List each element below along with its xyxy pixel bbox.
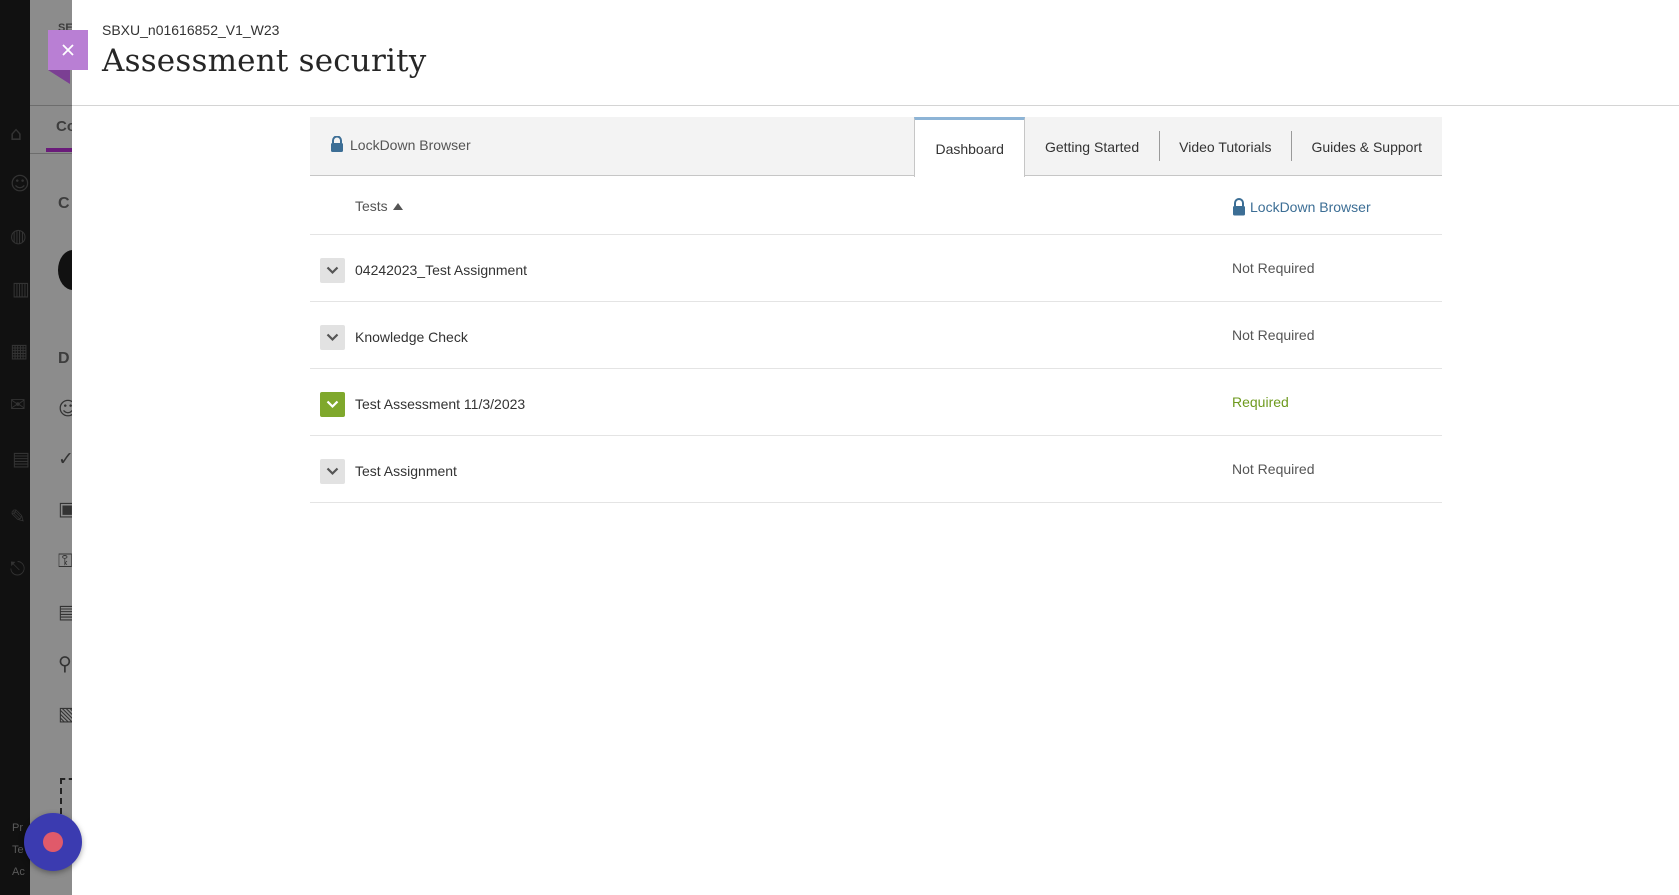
lockdown-status: Not Required <box>1232 327 1315 343</box>
expand-row-button[interactable] <box>320 459 345 484</box>
assessment-security-panel: SBXU_n01616852_V1_W23 Assessment securit… <box>72 0 1679 895</box>
expand-row-button[interactable] <box>320 392 345 417</box>
divider <box>30 105 72 106</box>
calendar-icon: ▦ <box>10 340 28 362</box>
tab-video-tutorials[interactable]: Video Tutorials <box>1159 117 1291 176</box>
messages-icon: ✉ <box>10 394 26 416</box>
tests-column-label: Tests <box>355 198 388 214</box>
lockdown-status: Not Required <box>1232 260 1315 276</box>
test-name: Knowledge Check <box>355 329 468 345</box>
sort-ascending-icon <box>392 202 403 210</box>
courses-icon: ▥ <box>12 278 30 300</box>
close-panel-button[interactable] <box>48 30 88 70</box>
tab-dashboard[interactable]: Dashboard <box>914 117 1025 177</box>
clipboard-icon: ▤ <box>58 601 72 623</box>
lockdown-topbar: LockDown Browser Dashboard Getting Start… <box>310 117 1442 177</box>
lockdown-browser-dashboard: LockDown Browser Dashboard Getting Start… <box>310 117 1442 503</box>
lockdown-tabs: Dashboard Getting Started Video Tutorial… <box>914 117 1442 177</box>
test-name: Test Assessment 11/3/2023 <box>355 396 526 412</box>
background-course-sidebar: SE Co C D ☺ ✓ ▣ ⚿ ▤ ⚲ ▧ <box>30 0 72 895</box>
test-name: 04242023_Test Assignment <box>355 262 528 278</box>
close-icon <box>62 44 74 56</box>
link-icon: ⚲ <box>58 653 72 675</box>
course-id: SBXU_n01616852_V1_W23 <box>102 22 280 38</box>
lockdown-column-label: LockDown Browser <box>1250 199 1371 215</box>
background-heading-partial: C <box>58 195 70 212</box>
chevron-down-icon <box>326 333 339 342</box>
lockdown-status: Not Required <box>1232 461 1315 477</box>
panel-header: SBXU_n01616852_V1_W23 Assessment securit… <box>72 0 1679 106</box>
lock-icon <box>1233 198 1245 216</box>
lockdown-brand-label: LockDown Browser <box>350 136 471 153</box>
table-header: Tests LockDown Browser <box>310 176 1442 235</box>
background-avatar <box>58 250 72 290</box>
tab-guides-support[interactable]: Guides & Support <box>1291 117 1442 176</box>
institution-icon: ⌂ <box>10 123 23 145</box>
page-title: Assessment security <box>102 43 427 79</box>
image-icon: ▣ <box>58 498 72 520</box>
globe-icon: ◍ <box>10 225 27 247</box>
people-icon: ☺ <box>58 398 72 420</box>
lockdown-column-header[interactable]: LockDown Browser <box>1232 198 1371 216</box>
expand-row-button[interactable] <box>320 325 345 350</box>
lockdown-brand: LockDown Browser <box>330 136 471 153</box>
record-button[interactable] <box>24 813 82 871</box>
table-row: Test Assignment Not Required <box>310 436 1442 503</box>
lockdown-status: Required <box>1232 394 1289 410</box>
divider <box>30 153 72 154</box>
check-icon: ✓ <box>58 448 72 470</box>
chevron-down-icon <box>326 266 339 275</box>
footer-partial-2: Te <box>12 844 24 856</box>
badge-icon: ▧ <box>58 703 72 725</box>
chevron-down-icon <box>326 400 339 409</box>
background-nav-rail: ⌂ ☺ ◍ ▥ ▦ ✉ ▤ ✎ ⎋ Pr Te Ac <box>0 0 30 895</box>
tab-getting-started[interactable]: Getting Started <box>1025 117 1159 176</box>
lock-icon: ⚿ <box>58 550 72 572</box>
background-tab-indicator <box>46 148 72 152</box>
test-name: Test Assignment <box>355 463 457 479</box>
chevron-down-icon <box>326 467 339 476</box>
background-tab-partial: Co <box>56 118 72 135</box>
footer-partial-1: Pr <box>12 822 23 834</box>
expand-row-button[interactable] <box>320 258 345 283</box>
grades-icon: ▤ <box>12 448 30 470</box>
close-button-fold <box>48 70 70 84</box>
record-icon <box>43 832 63 852</box>
profile-icon: ☺ <box>10 173 30 195</box>
background-heading-partial: D <box>58 350 70 367</box>
tests-column-header[interactable]: Tests <box>355 198 403 214</box>
table-row: Knowledge Check Not Required <box>310 302 1442 369</box>
footer-partial-3: Ac <box>12 866 25 878</box>
table-row: Test Assessment 11/3/2023 Required <box>310 369 1442 436</box>
lock-icon <box>331 136 343 152</box>
tools-icon: ✎ <box>10 506 26 528</box>
table-row: 04242023_Test Assignment Not Required <box>310 235 1442 302</box>
signout-icon: ⎋ <box>10 558 26 580</box>
